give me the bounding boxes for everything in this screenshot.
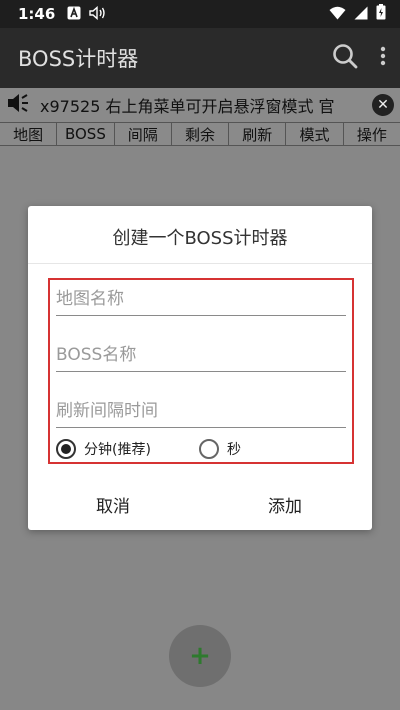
app-title: BOSS计时器 bbox=[18, 47, 139, 71]
speaker-icon bbox=[6, 92, 30, 118]
cancel-button[interactable]: 取消 bbox=[96, 492, 130, 517]
form-highlight-box: 分钟(推荐) 秒 bbox=[48, 278, 354, 464]
column-header: 模式 bbox=[286, 123, 344, 145]
status-time: 1:46 bbox=[18, 5, 56, 23]
map-name-input[interactable] bbox=[56, 282, 346, 315]
radio-checked-icon bbox=[56, 439, 76, 459]
search-icon[interactable] bbox=[332, 43, 358, 73]
wifi-icon bbox=[329, 5, 346, 24]
notice-banner: x97525 右上角菜单可开启悬浮窗模式 官 ✕ bbox=[0, 88, 400, 122]
unit-radio-group: 分钟(推荐) 秒 bbox=[56, 437, 346, 461]
radio-minutes[interactable]: 分钟(推荐) bbox=[56, 439, 151, 459]
radio-seconds[interactable]: 秒 bbox=[198, 439, 241, 459]
map-name-field bbox=[56, 282, 346, 316]
column-header: 剩余 bbox=[172, 123, 230, 145]
close-icon[interactable]: ✕ bbox=[372, 94, 394, 116]
overflow-menu-icon[interactable] bbox=[380, 46, 386, 70]
radio-seconds-label: 秒 bbox=[226, 442, 241, 458]
boss-name-field bbox=[56, 338, 346, 372]
column-header: BOSS bbox=[57, 123, 115, 145]
signal-icon bbox=[354, 5, 368, 24]
add-timer-fab[interactable]: + bbox=[169, 625, 231, 687]
radio-unchecked-icon bbox=[198, 439, 219, 459]
dialog-divider bbox=[28, 263, 372, 264]
timer-table-header: 地图 BOSS 间隔 剩余 刷新 模式 操作 bbox=[0, 122, 400, 146]
column-header: 操作 bbox=[356, 125, 387, 144]
interval-input[interactable] bbox=[56, 394, 346, 427]
add-button[interactable]: 添加 bbox=[268, 492, 302, 517]
interval-field bbox=[56, 394, 346, 428]
status-bar: 1:46 bbox=[0, 0, 400, 28]
column-header: 间隔 bbox=[115, 123, 172, 145]
radio-minutes-label: 分钟(推荐) bbox=[84, 442, 151, 458]
notice-text: x97525 右上角菜单可开启悬浮窗模式 官 bbox=[40, 97, 335, 116]
sound-icon bbox=[89, 5, 107, 24]
battery-icon bbox=[376, 4, 386, 24]
notification-a-icon bbox=[67, 5, 81, 24]
boss-name-input[interactable] bbox=[56, 338, 346, 371]
create-timer-dialog: 创建一个BOSS计时器 分钟(推荐) 秒 取消 添加 bbox=[28, 206, 372, 530]
plus-icon: + bbox=[189, 641, 211, 671]
dialog-title: 创建一个BOSS计时器 bbox=[112, 228, 288, 249]
column-header: 刷新 bbox=[229, 123, 287, 145]
app-bar: BOSS计时器 bbox=[0, 28, 400, 88]
column-header: 地图 bbox=[0, 123, 58, 145]
